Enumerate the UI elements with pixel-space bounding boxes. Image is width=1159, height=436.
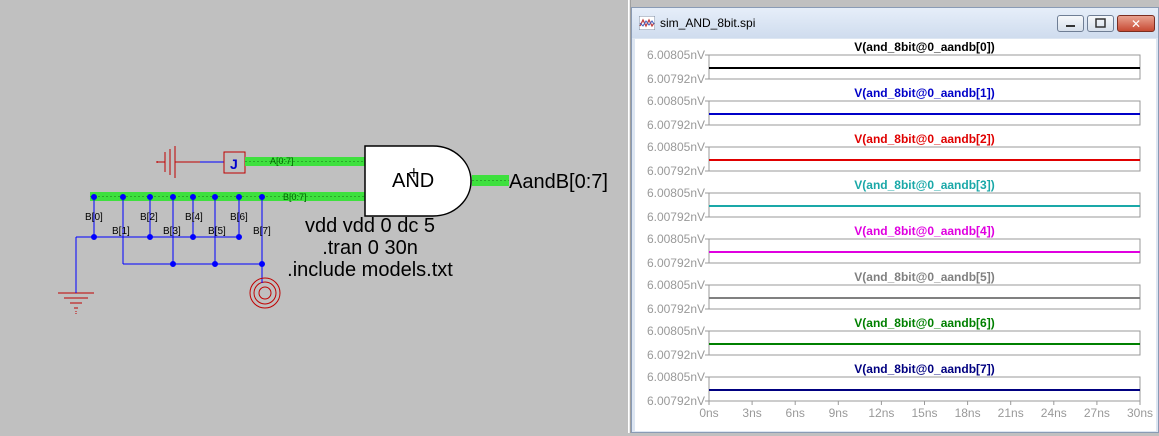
xtick-label-0: 0ns [699,406,718,420]
xtick-label-7: 21ns [998,406,1024,420]
trace-title-0: V(and_8bit@0_aandb[0]) [854,40,994,54]
bit-label-b2: B[2] [140,212,158,223]
trace-pane-1[interactable]: V(and_8bit@0_aandb[1]) 6.00805nV 6.00792nV [647,86,1141,132]
trace-pane-5[interactable]: V(and_8bit@0_aandb[5]) 6.00805nV 6.00792nV [647,270,1141,316]
ytick-top-label-6: 6.00805nV [647,324,705,338]
trace-pane-7[interactable]: V(and_8bit@0_aandb[7]) 6.00805nV 6.00792nV [647,362,1141,408]
plot-area[interactable]: V(and_8bit@0_aandb[0]) 6.00805nV 6.00792nV… [635,39,1156,431]
bit-label-b3: B[3] [163,226,181,237]
waveform-viewer-window[interactable]: sim_AND_8bit.spi ✕ V(and_8bit@0_aandb[0]… [631,7,1159,433]
schematic-editor[interactable]: J A[0:7] B[0:7] AND + AandB[0:7] B[0] B[… [0,0,628,433]
bus-b-taps[interactable] [75,194,265,289]
ytick-top-label-7: 6.00805nV [647,370,705,384]
directive-tran[interactable]: .tran 0 30n [322,237,418,259]
ytick-bottom-label-7: 6.00792nV [647,394,705,408]
xtick-label-2: 6ns [786,406,805,420]
bit-label-b4: B[4] [185,212,203,223]
ground-symbol-top[interactable] [156,146,200,178]
bit-label-b7: B[7] [253,226,271,237]
bus-b-label: B[0:7] [283,192,307,202]
maximize-button[interactable] [1087,15,1114,32]
trace-pane-2[interactable]: V(and_8bit@0_aandb[2]) 6.00805nV 6.00792nV [647,132,1141,178]
ytick-top-label-0: 6.00805nV [647,48,705,62]
ytick-bottom-label-6: 6.00792nV [647,348,705,362]
trace-title-2: V(and_8bit@0_aandb[2]) [854,132,994,146]
and-gate[interactable]: AND + [364,145,472,217]
trace-title-3: V(and_8bit@0_aandb[3]) [854,178,994,192]
minimize-button[interactable] [1057,15,1084,32]
ytick-bottom-label-4: 6.00792nV [647,256,705,270]
schematic-canvas[interactable]: J A[0:7] B[0:7] AND + AandB[0:7] B[0] B[… [0,0,628,433]
xtick-label-1: 3ns [742,406,761,420]
ytick-top-label-1: 6.00805nV [647,94,705,108]
bus-a-label: A[0:7] [270,156,294,166]
xtick-label-10: 30ns [1127,406,1153,420]
trace-title-7: V(and_8bit@0_aandb[7]) [854,362,994,376]
bus-a-wire[interactable]: A[0:7] [245,156,365,166]
xtick-label-3: 9ns [829,406,848,420]
trace-title-4: V(and_8bit@0_aandb[4]) [854,224,994,238]
bit-label-b5: B[5] [208,226,226,237]
ytick-bottom-label-3: 6.00792nV [647,210,705,224]
waveform-icon [638,15,656,35]
close-button[interactable]: ✕ [1117,15,1155,32]
waveform-plot[interactable]: V(and_8bit@0_aandb[0]) 6.00805nV 6.00792nV… [635,39,1156,431]
trace-title-1: V(and_8bit@0_aandb[1]) [854,86,994,100]
ytick-top-label-3: 6.00805nV [647,186,705,200]
xtick-label-6: 18ns [955,406,981,420]
trace-pane-3[interactable]: V(and_8bit@0_aandb[3]) 6.00805nV 6.00792nV [647,178,1141,224]
bit-label-b1: B[1] [112,226,130,237]
ytick-bottom-label-1: 6.00792nV [647,118,705,132]
ground-symbol-bottom[interactable] [58,292,94,314]
ytick-top-label-5: 6.00805nV [647,278,705,292]
bus-b-wire[interactable]: B[0:7] [90,192,365,202]
bit-label-b6: B[6] [230,212,248,223]
output-bus-wire[interactable] [472,175,509,186]
ytick-top-label-2: 6.00805nV [647,140,705,154]
crosshair-icon: + [408,165,420,181]
trace-pane-6[interactable]: V(and_8bit@0_aandb[6]) 6.00805nV 6.00792nV [647,316,1141,362]
xtick-label-8: 24ns [1041,406,1067,420]
vdd-source-symbol[interactable] [249,277,281,309]
ytick-top-label-4: 6.00805nV [647,232,705,246]
directive-vdd[interactable]: vdd vdd 0 dc 5 [305,215,435,237]
ytick-bottom-label-0: 6.00792nV [647,72,705,86]
jumper-label: J [230,156,238,172]
ytick-bottom-label-2: 6.00792nV [647,164,705,178]
output-net-label[interactable]: AandB[0:7] [509,171,608,193]
close-icon: ✕ [1131,17,1141,31]
xtick-label-4: 12ns [868,406,894,420]
trace-pane-4[interactable]: V(and_8bit@0_aandb[4]) 6.00805nV 6.00792nV [647,224,1141,270]
ytick-bottom-label-5: 6.00792nV [647,302,705,316]
window-titlebar[interactable]: sim_AND_8bit.spi ✕ [632,8,1158,38]
window-title: sim_AND_8bit.spi [660,16,756,30]
xtick-label-5: 15ns [911,406,937,420]
xtick-label-9: 27ns [1084,406,1110,420]
trace-title-6: V(and_8bit@0_aandb[6]) [854,316,994,330]
trace-title-5: V(and_8bit@0_aandb[5]) [854,270,994,284]
bit-label-b0: B[0] [85,212,103,223]
jumper-component[interactable]: J [223,151,246,174]
directive-include[interactable]: .include models.txt [287,259,453,281]
trace-pane-0[interactable]: V(and_8bit@0_aandb[0]) 6.00805nV 6.00792nV [647,40,1141,86]
